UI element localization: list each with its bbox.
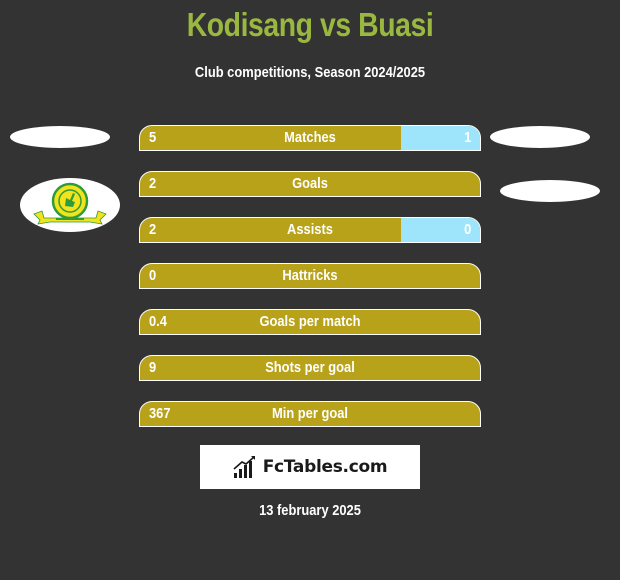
stat-label: Goals per match — [259, 313, 361, 330]
brand-name: FcTables.com — [262, 457, 388, 477]
club-crest-icon — [33, 182, 107, 225]
fctables-brand[interactable]: FcTables.com — [200, 445, 420, 489]
stat-label: Goals — [292, 175, 328, 192]
right-club-placeholder — [500, 180, 600, 202]
stat-row-hattricks: 0 Hattricks — [139, 263, 481, 289]
right-player-placeholder — [490, 126, 590, 148]
stat-row-assists: 2 Assists 0 — [139, 217, 481, 243]
stat-label: Shots per goal — [265, 359, 355, 376]
left-club-logo — [20, 178, 120, 232]
stat-row-matches: 5 Matches 1 — [139, 125, 481, 151]
stat-label: Assists — [287, 221, 333, 238]
left-value: 5 — [149, 129, 157, 146]
stat-row-shots-per-goal: 9 Shots per goal — [139, 355, 481, 381]
stat-row-min-per-goal: 367 Min per goal — [139, 401, 481, 427]
left-value: 9 — [149, 359, 157, 376]
stat-row-goals: 2 Goals — [139, 171, 481, 197]
stat-label: Min per goal — [272, 405, 348, 422]
left-value: 0 — [149, 267, 157, 284]
stat-label: Matches — [284, 129, 336, 146]
left-value: 2 — [149, 221, 157, 238]
bar-chart-logo-icon — [233, 456, 255, 478]
stat-label: Hattricks — [282, 267, 338, 284]
right-value: 1 — [463, 129, 471, 146]
date-label: 13 february 2025 — [259, 502, 361, 519]
stat-row-goals-per-match: 0.4 Goals per match — [139, 309, 481, 335]
page-title: Kodisang vs Buasi — [186, 6, 434, 43]
right-value: 0 — [463, 221, 471, 238]
left-value: 2 — [149, 175, 157, 192]
left-player-placeholder — [10, 126, 110, 148]
page-subtitle: Club competitions, Season 2024/2025 — [194, 64, 426, 81]
